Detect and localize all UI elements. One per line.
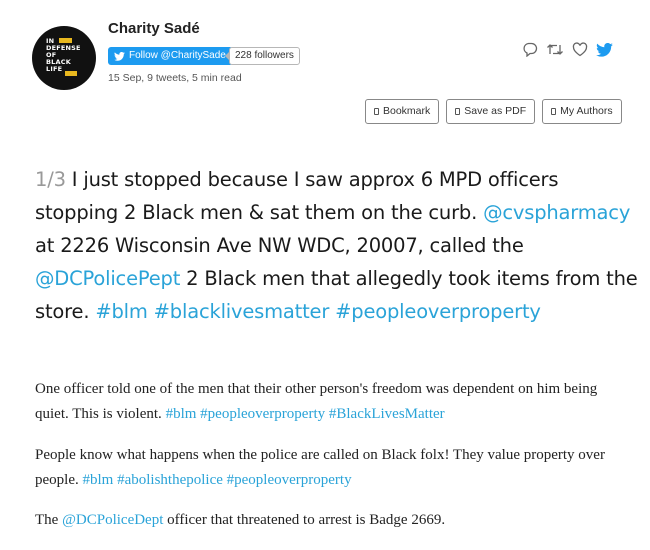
save-as-pdf-label: Save as PDF (464, 105, 527, 117)
thread-tweet: The @DCPoliceDept officer that threatene… (35, 508, 625, 533)
hashtag-link[interactable]: #BlackLivesMatter (329, 406, 445, 422)
follower-count: 228 followers (225, 47, 300, 65)
avatar[interactable]: IN DEFENSE OF BLACK LIFE (32, 26, 96, 90)
author-name[interactable]: Charity Sadé (108, 20, 200, 37)
hashtag-link[interactable]: #blacklivesmatter (154, 300, 330, 323)
twitter-icon[interactable] (596, 42, 613, 62)
avatar-logo-text: IN DEFENSE OF BLACK LIFE (46, 38, 86, 73)
mention-link[interactable]: @DCPoliceDept (62, 512, 163, 528)
tweet-text: officer that threatened to arrest is Bad… (163, 512, 446, 528)
hashtag-link[interactable]: #blm (95, 300, 148, 323)
save-as-pdf-button[interactable]: Save as PDF (446, 99, 536, 124)
hashtag-link[interactable]: #peopleoverproperty (200, 406, 325, 422)
bookmark-icon (374, 108, 379, 115)
lead-tweet: 1/3 I just stopped because I saw approx … (35, 163, 640, 328)
bookmark-button[interactable]: Bookmark (365, 99, 440, 124)
follow-button-label: Follow @CharitySade (129, 50, 226, 61)
like-icon[interactable] (572, 42, 588, 62)
bookmark-label: Bookmark (383, 105, 431, 117)
pdf-icon (455, 108, 461, 115)
thread-toolbar: Bookmark Save as PDF My Authors (365, 99, 622, 124)
tweet-actions (522, 42, 613, 62)
twitter-bird-icon (114, 51, 125, 61)
hashtag-link[interactable]: #peopleoverproperty (227, 472, 352, 488)
hashtag-link[interactable]: #abolishthepolice (117, 472, 223, 488)
thread-tweet: People know what happens when the police… (35, 443, 625, 493)
thread-meta: 15 Sep, 9 tweets, 5 min read (108, 72, 242, 84)
my-authors-label: My Authors (560, 105, 613, 117)
hashtag-link[interactable]: #blm (82, 472, 113, 488)
tweet-text: at 2226 Wisconsin Ave NW WDC, 20007, cal… (35, 234, 524, 257)
follow-button[interactable]: Follow @CharitySade (108, 47, 233, 65)
thread-header: IN DEFENSE OF BLACK LIFE Charity Sadé Fo… (0, 0, 650, 100)
reply-icon[interactable] (522, 42, 538, 62)
hashtag-link[interactable]: #peopleoverproperty (335, 300, 541, 323)
mention-link[interactable]: @DCPolicePept (35, 267, 180, 290)
tweet-text: The (35, 512, 63, 528)
my-authors-button[interactable]: My Authors (542, 99, 622, 124)
authors-icon (551, 108, 557, 115)
hashtag-link[interactable]: #blm (166, 406, 197, 422)
thread-tweet: One officer told one of the men that the… (35, 377, 625, 427)
avatar-line: LIFE (46, 65, 63, 73)
mention-link[interactable]: @cvspharmacy (483, 201, 630, 224)
tweet-counter: 1/3 (35, 168, 66, 191)
tweet-text: I just stopped because I saw approx 6 MP… (35, 168, 559, 224)
retweet-icon[interactable] (546, 42, 564, 62)
